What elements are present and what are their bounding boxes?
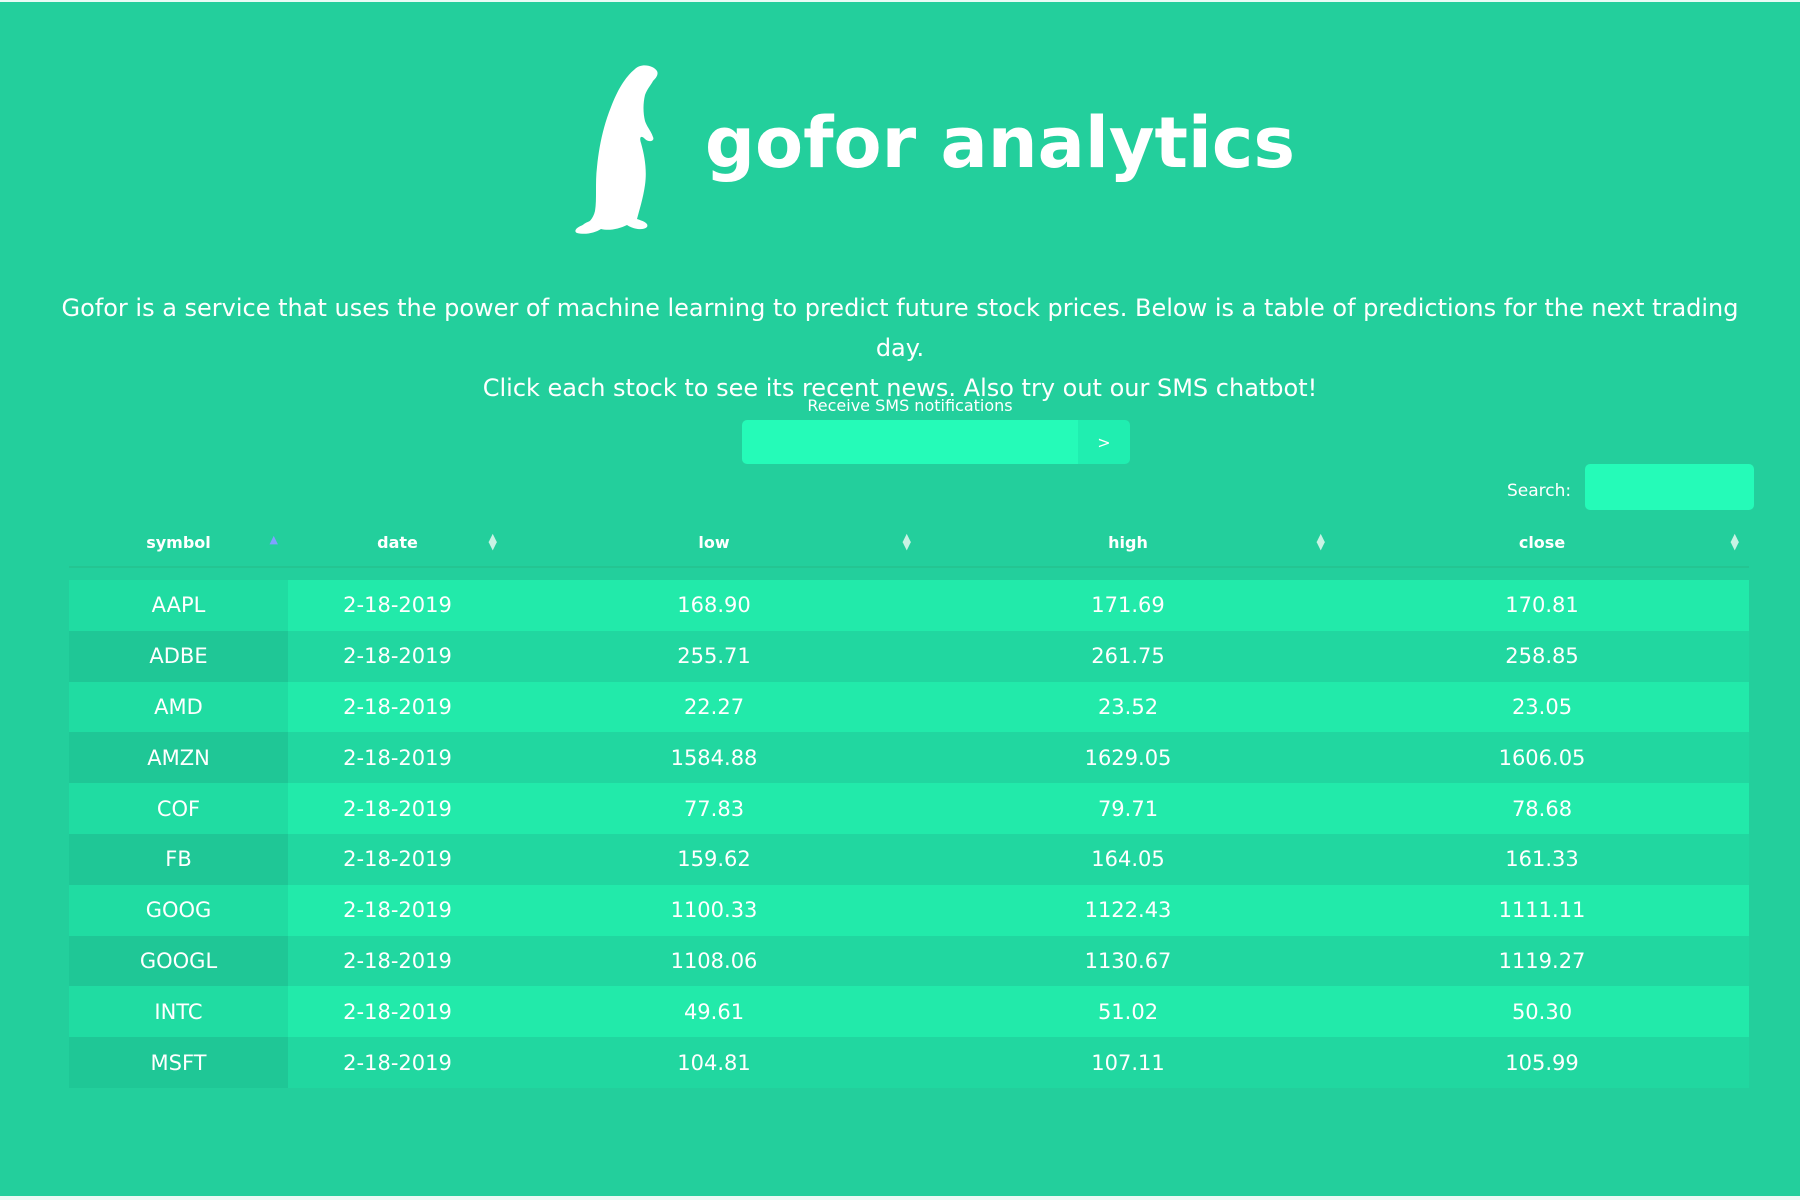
cell-close: 1119.27 bbox=[1335, 935, 1749, 987]
cell-high: 1130.67 bbox=[921, 935, 1335, 987]
table-row[interactable]: ADBE 2-18-2019 255.71 261.75 258.85 bbox=[69, 630, 1749, 682]
intro-text: Gofor is a service that uses the power o… bbox=[40, 288, 1760, 408]
column-header-label: high bbox=[1108, 532, 1148, 552]
cell-high: 23.52 bbox=[921, 681, 1335, 733]
table-spacer bbox=[69, 567, 1749, 580]
column-header-date[interactable]: date ▲ ▼ bbox=[288, 518, 507, 568]
cell-symbol[interactable]: ADBE bbox=[69, 630, 288, 682]
cell-low: 1100.33 bbox=[507, 884, 921, 936]
cell-date: 2-18-2019 bbox=[288, 783, 507, 834]
sms-label: Receive SMS notifications bbox=[807, 396, 1013, 415]
column-header-label: date bbox=[377, 532, 418, 552]
sort-both-icon: ▲ ▼ bbox=[1316, 531, 1325, 552]
cell-high: 171.69 bbox=[921, 580, 1335, 631]
intro-line-1: Gofor is a service that uses the power o… bbox=[61, 294, 1739, 362]
cell-symbol[interactable]: GOOGL bbox=[69, 935, 288, 987]
column-header-label: low bbox=[698, 532, 730, 552]
cell-symbol[interactable]: AMD bbox=[69, 681, 288, 733]
sort-both-icon: ▲ ▼ bbox=[488, 531, 497, 552]
cell-low: 77.83 bbox=[507, 783, 921, 834]
cell-close: 1111.11 bbox=[1335, 884, 1749, 936]
cell-low: 1584.88 bbox=[507, 732, 921, 784]
cell-date: 2-18-2019 bbox=[288, 986, 507, 1038]
cell-close: 105.99 bbox=[1335, 1037, 1749, 1088]
logo[interactable]: gofor analytics bbox=[573, 61, 1295, 236]
column-header-close[interactable]: close ▲ ▼ bbox=[1335, 518, 1749, 568]
column-header-label: symbol bbox=[146, 532, 211, 552]
cell-high: 164.05 bbox=[921, 833, 1335, 885]
cell-symbol[interactable]: GOOG bbox=[69, 884, 288, 936]
table-row[interactable]: MSFT 2-18-2019 104.81 107.11 105.99 bbox=[69, 1037, 1749, 1088]
cell-date: 2-18-2019 bbox=[288, 935, 507, 987]
cell-high: 51.02 bbox=[921, 986, 1335, 1038]
window-top-edge bbox=[0, 0, 1800, 2]
table-row[interactable]: GOOG 2-18-2019 1100.33 1122.43 1111.11 bbox=[69, 884, 1749, 936]
sort-both-icon: ▲ ▼ bbox=[1730, 531, 1739, 552]
cell-symbol[interactable]: FB bbox=[69, 833, 288, 885]
cell-close: 1606.05 bbox=[1335, 732, 1749, 784]
predictions-table: symbol ▲ date ▲▼ low ▲▼ high ▲▼ close bbox=[69, 518, 1749, 1088]
cell-close: 50.30 bbox=[1335, 986, 1749, 1038]
table-row[interactable]: COF 2-18-2019 77.83 79.71 78.68 bbox=[69, 783, 1749, 834]
cell-symbol[interactable]: AAPL bbox=[69, 580, 288, 631]
cell-high: 107.11 bbox=[921, 1037, 1335, 1088]
cell-date: 2-18-2019 bbox=[288, 833, 507, 885]
cell-low: 1108.06 bbox=[507, 935, 921, 987]
cell-date: 2-18-2019 bbox=[288, 580, 507, 631]
cell-low: 159.62 bbox=[507, 833, 921, 885]
table-row[interactable]: GOOGL 2-18-2019 1108.06 1130.67 1119.27 bbox=[69, 935, 1749, 987]
cell-high: 79.71 bbox=[921, 783, 1335, 834]
column-header-high[interactable]: high ▲ ▼ bbox=[921, 518, 1335, 568]
cell-symbol[interactable]: COF bbox=[69, 783, 288, 834]
cell-date: 2-18-2019 bbox=[288, 681, 507, 733]
column-header-label: close bbox=[1518, 532, 1566, 552]
column-header-symbol[interactable]: symbol ▲ bbox=[69, 518, 288, 568]
cell-low: 104.81 bbox=[507, 1037, 921, 1088]
cell-high: 1122.43 bbox=[921, 884, 1335, 936]
cell-close: 78.68 bbox=[1335, 783, 1749, 834]
window-bottom-edge bbox=[0, 1196, 1800, 1200]
cell-date: 2-18-2019 bbox=[288, 884, 507, 936]
search-label: Search: bbox=[1507, 481, 1572, 501]
brand-title: gofor analytics bbox=[704, 102, 1296, 184]
cell-high: 1629.05 bbox=[921, 732, 1335, 784]
column-header-low[interactable]: low ▲ ▼ bbox=[507, 518, 921, 568]
cell-symbol[interactable]: MSFT bbox=[69, 1037, 288, 1088]
table-row[interactable]: INTC 2-18-2019 49.61 51.02 50.30 bbox=[69, 986, 1749, 1038]
cell-close: 258.85 bbox=[1335, 630, 1749, 682]
cell-symbol[interactable]: INTC bbox=[69, 986, 288, 1038]
cell-low: 49.61 bbox=[507, 986, 921, 1038]
cell-date: 2-18-2019 bbox=[288, 732, 507, 784]
cell-close: 170.81 bbox=[1335, 580, 1749, 631]
cell-low: 255.71 bbox=[507, 630, 921, 682]
cell-date: 2-18-2019 bbox=[288, 1037, 507, 1088]
cell-close: 23.05 bbox=[1335, 681, 1749, 733]
sort-ascending-icon: ▲ bbox=[269, 533, 278, 546]
table-row[interactable]: AMZN 2-18-2019 1584.88 1629.05 1606.05 bbox=[69, 732, 1749, 784]
cell-symbol[interactable]: AMZN bbox=[69, 732, 288, 784]
cell-date: 2-18-2019 bbox=[288, 630, 507, 682]
sms-submit-button[interactable]: > bbox=[1078, 420, 1130, 464]
cell-low: 22.27 bbox=[507, 681, 921, 733]
sms-phone-input[interactable] bbox=[742, 420, 1078, 464]
table-row[interactable]: AAPL 2-18-2019 168.90 171.69 170.81 bbox=[69, 580, 1749, 631]
cell-high: 261.75 bbox=[921, 630, 1335, 682]
table-header-row: symbol ▲ date ▲▼ low ▲▼ high ▲▼ close bbox=[69, 518, 1749, 568]
table-row[interactable]: AMD 2-18-2019 22.27 23.52 23.05 bbox=[69, 681, 1749, 733]
sort-both-icon: ▲ ▼ bbox=[902, 531, 911, 552]
cell-close: 161.33 bbox=[1335, 833, 1749, 885]
cell-low: 168.90 bbox=[507, 580, 921, 631]
prairie-dog-icon bbox=[575, 64, 658, 234]
header: gofor analytics bbox=[0, 58, 1800, 238]
search-input[interactable] bbox=[1585, 464, 1754, 510]
table-row[interactable]: FB 2-18-2019 159.62 164.05 161.33 bbox=[69, 833, 1749, 885]
